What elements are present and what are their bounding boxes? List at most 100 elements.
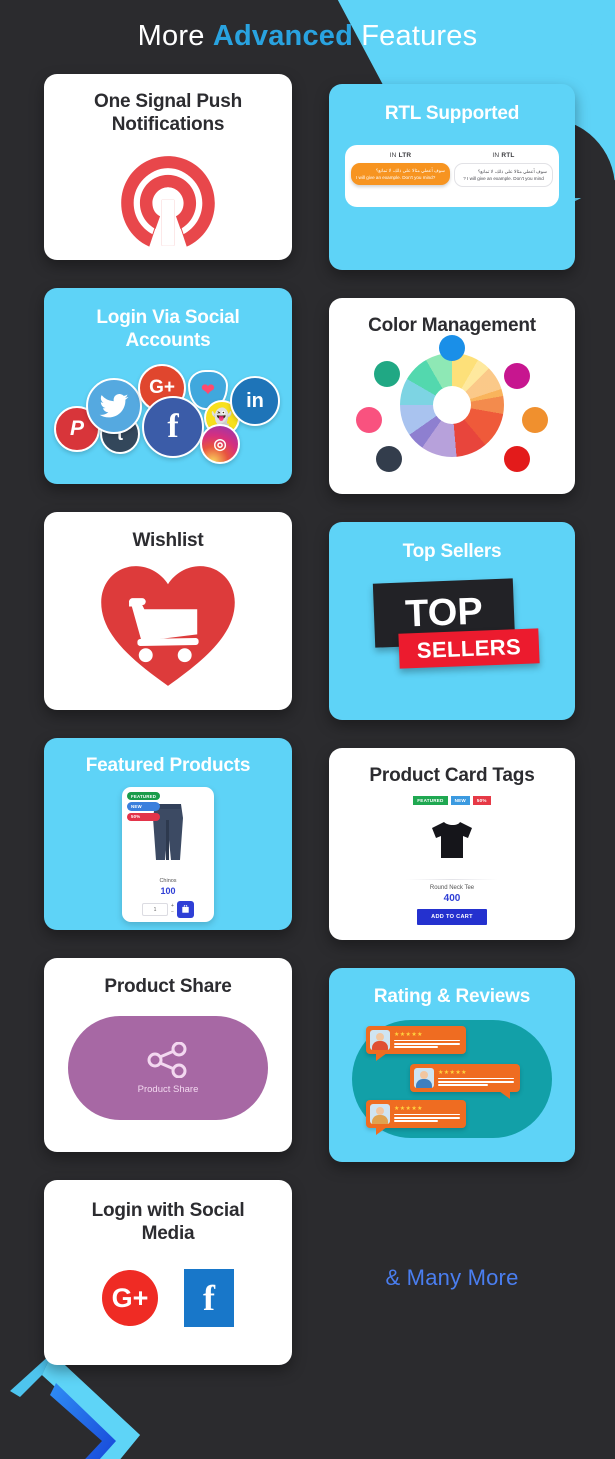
feature-card-grid: One Signal Push Notifications RTL Suppor…: [0, 74, 615, 1365]
tag-new: NEW: [450, 796, 470, 806]
product-share-label: Product Share: [137, 1083, 199, 1095]
dot-red: [504, 446, 530, 473]
many-more-text: & Many More: [385, 1264, 519, 1290]
google-plus-label: G+: [111, 1282, 149, 1313]
page-root: More Advanced Features One Signal Push N…: [0, 0, 615, 1459]
review-bubble: ★★★★★: [410, 1064, 520, 1100]
card-login-via-social[interactable]: Login Via Social Accounts P t G+ ❤ 👻 f ◎…: [44, 288, 292, 484]
dot-darkslate: [376, 446, 402, 473]
card-rtl-supported[interactable]: RTL Supported IN LTR سوف أعطي مثالا على …: [329, 84, 575, 270]
card-title: Rating & Reviews: [373, 986, 531, 1007]
tag-discount: 50%: [127, 812, 161, 821]
avatar: [370, 1030, 390, 1051]
top-badge-label: TOP: [404, 590, 484, 636]
card-one-signal-push[interactable]: One Signal Push Notifications: [44, 74, 292, 260]
star-rating: ★★★★★: [394, 1032, 423, 1039]
card-login-social-media[interactable]: Login with Social Media G+ f: [44, 1180, 292, 1365]
page-title-prefix: More: [137, 20, 213, 52]
facebook-label: f: [203, 1278, 215, 1319]
card-product-share[interactable]: Product Share Product Share: [44, 958, 292, 1152]
product-name: Chinos: [159, 878, 177, 885]
facebook-button[interactable]: f: [184, 1269, 234, 1328]
card-color-management[interactable]: Color Management: [329, 298, 575, 494]
instagram-icon[interactable]: ◎: [200, 424, 240, 465]
social-login-buttons: G+ f: [102, 1269, 234, 1328]
quantity-buttons[interactable]: + −: [171, 904, 174, 915]
sellers-badge-label: SELLERS: [416, 633, 522, 663]
add-to-cart-button[interactable]: ADD TO CART: [417, 909, 487, 926]
card-rating-reviews[interactable]: Rating & Reviews ★★★★★ ★★★★★ ★★★★★: [329, 968, 575, 1162]
ltr-bubble-arabic: سوف أعطي مثالا على ذلك، لا تمانع؟: [375, 168, 445, 174]
facebook-icon[interactable]: f: [142, 396, 204, 459]
card-title: Login with Social Media: [91, 1200, 245, 1245]
review-content: ★★★★★: [438, 1068, 514, 1088]
page-title-accent: Advanced: [212, 20, 354, 52]
featured-product-card[interactable]: FEATURED NEW 50% Chinos 100 1 + −: [122, 787, 214, 923]
color-wheel-icon: [400, 353, 504, 458]
card-title: Product Card Tags: [369, 765, 535, 786]
rtl-label: IN RTL: [492, 152, 515, 160]
star-rating: ★★★★★: [438, 1070, 467, 1077]
product-tag-list: FEATURED NEW 50%: [127, 792, 161, 821]
onesignal-logo-icon: [116, 152, 220, 256]
divider: [406, 879, 498, 881]
rtl-bubble-english: ‏? I will give an example. Don't you min…: [463, 176, 544, 182]
tag-new: NEW: [127, 802, 161, 811]
quantity-input[interactable]: 1: [142, 903, 169, 917]
dot-green: [374, 361, 400, 388]
quantity-minus-button[interactable]: −: [171, 910, 174, 915]
ltr-label: IN LTR: [389, 152, 412, 160]
avatar: [414, 1068, 434, 1089]
card-title: Color Management: [368, 315, 536, 336]
card-title: Featured Products: [85, 755, 251, 776]
star-rating: ★★★★★: [394, 1106, 423, 1113]
rtl-demo-panel: IN LTR سوف أعطي مثالا على ذلك، لا تمانع؟…: [345, 145, 559, 208]
dot-blue: [439, 335, 465, 362]
sellers-badge: SELLERS: [398, 628, 540, 669]
card-title: One Signal Push Notifications: [94, 91, 242, 136]
card-product-card-tags[interactable]: Product Card Tags FEATURED NEW 50% Round…: [329, 748, 575, 940]
dot-magenta: [504, 363, 530, 390]
rtl-column-rtl: IN RTL سوف أعطي مثالا على ذلك، لا تمانع؟…: [454, 152, 553, 201]
product-price: 100: [160, 886, 176, 897]
product-name: Round Neck Tee: [429, 885, 475, 892]
linkedin-icon[interactable]: in: [230, 376, 280, 427]
tag-featured: FEATURED: [413, 796, 448, 806]
rtl-bubble-arabic: سوف أعطي مثالا على ذلك، لا تمانع؟: [477, 169, 547, 175]
twitter-icon[interactable]: [86, 378, 142, 435]
card-title: Login Via Social Accounts: [96, 307, 240, 352]
google-plus-button[interactable]: G+: [102, 1270, 158, 1327]
avatar: [370, 1104, 390, 1125]
review-bubble: ★★★★★: [366, 1100, 466, 1136]
reviews-illustration: ★★★★★ ★★★★★ ★★★★★: [352, 1020, 552, 1139]
card-title: Product Share: [104, 976, 232, 997]
card-title: Wishlist: [132, 530, 204, 551]
card-title: Top Sellers: [402, 541, 502, 562]
tag-discount: 50%: [472, 796, 491, 806]
review-content: ★★★★★: [394, 1030, 460, 1050]
add-to-cart-button[interactable]: [176, 901, 194, 919]
share-icon: [147, 1041, 187, 1078]
dot-orange: [522, 407, 548, 434]
page-title-suffix: Features: [353, 20, 478, 52]
page-title: More Advanced Features: [0, 0, 615, 53]
heart-cart-icon: [98, 562, 238, 690]
review-bubble: ★★★★★: [366, 1026, 466, 1062]
product-price: 400: [443, 893, 461, 905]
card-title: RTL Supported: [384, 103, 520, 124]
tag-featured: FEATURED: [127, 792, 161, 801]
rtl-column-ltr: IN LTR سوف أعطي مثالا على ذلك، لا تمانع؟…: [351, 152, 450, 201]
dot-pink: [356, 407, 382, 434]
rtl-chat-bubble: سوف أعطي مثالا على ذلك، لا تمانع؟ ‏? I w…: [454, 163, 553, 188]
social-icon-cluster: P t G+ ❤ 👻 f ◎ in: [48, 358, 288, 465]
product-share-pill[interactable]: Product Share: [68, 1016, 268, 1121]
review-content: ★★★★★: [394, 1104, 460, 1124]
quantity-stepper[interactable]: 1 + −: [142, 901, 194, 919]
card-featured-products[interactable]: Featured Products FEATURED NEW 50% Chino…: [44, 738, 292, 930]
ltr-bubble-english: I will give an example. Don't you mind?: [356, 175, 436, 181]
card-top-sellers[interactable]: Top Sellers TOP SELLERS: [329, 522, 575, 720]
card-wishlist[interactable]: Wishlist: [44, 512, 292, 710]
ltr-chat-bubble: سوف أعطي مثالا على ذلك، لا تمانع؟ I will…: [351, 163, 450, 186]
product-tag-row: FEATURED NEW 50%: [413, 796, 491, 806]
color-wheel-illustration: [352, 335, 552, 477]
